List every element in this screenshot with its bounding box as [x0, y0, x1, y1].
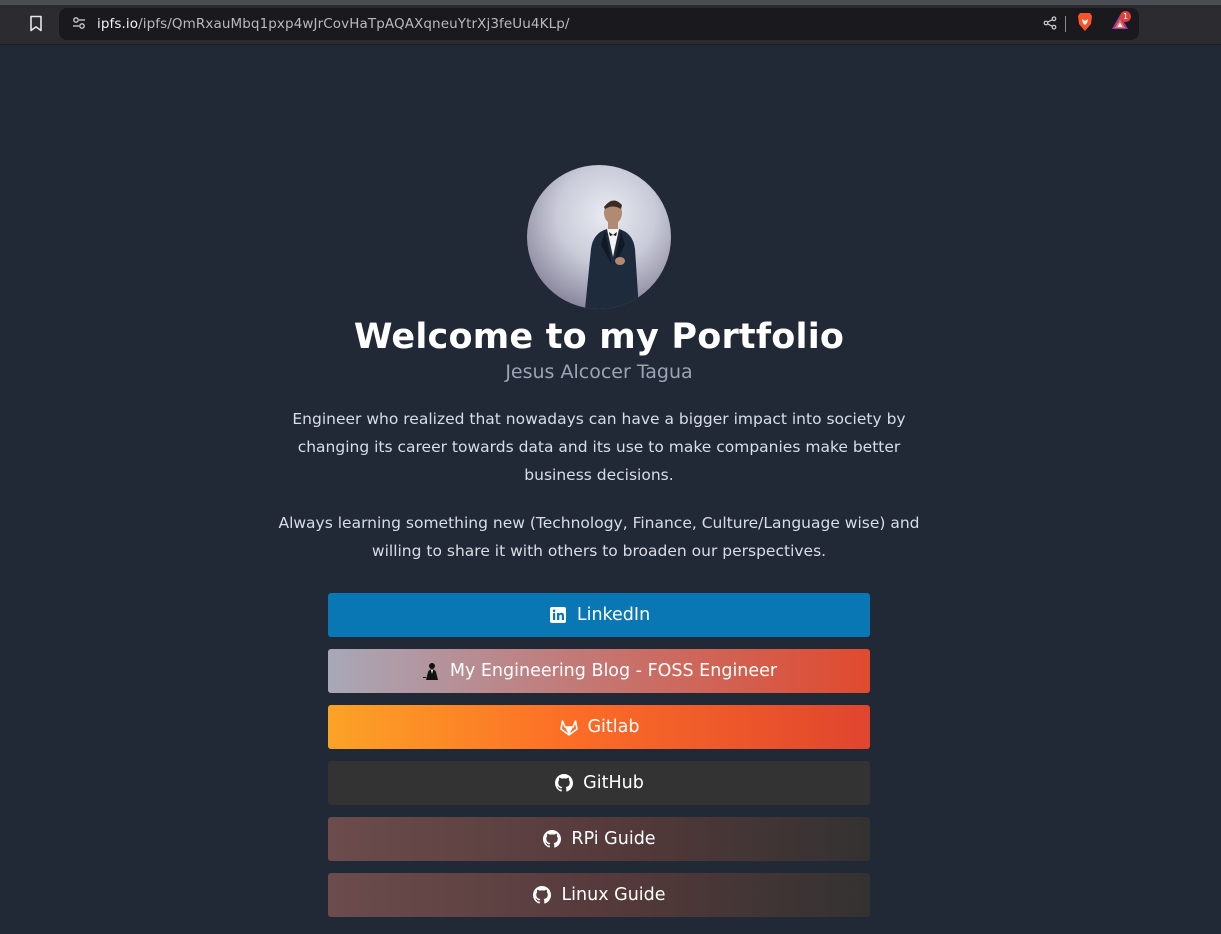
profile-name: Jesus Alcocer Tagua [505, 361, 693, 383]
site-info-icon [72, 15, 86, 34]
brave-lion-icon [1076, 12, 1094, 36]
brave-shields-button[interactable] [1073, 12, 1097, 36]
browser-toolbar: ipfs.io/ipfs/QmRxauMbq1pxp4wJrCovHaTpAQA… [0, 5, 1221, 45]
site-info-button[interactable] [67, 12, 91, 36]
linkedin-button[interactable]: LinkedIn [328, 593, 870, 637]
share-icon [1043, 15, 1057, 34]
bookmark-icon [29, 15, 43, 36]
gitlab-icon [559, 717, 579, 737]
blog-label: My Engineering Blog - FOSS Engineer [449, 661, 778, 681]
bookmark-button[interactable] [22, 11, 50, 39]
github-label: GitHub [583, 773, 644, 793]
url-text[interactable]: ipfs.io/ipfs/QmRxauMbq1pxp4wJrCovHaTpAQA… [97, 15, 570, 33]
blog-avatar-icon [421, 661, 441, 681]
bio-paragraph-1: Engineer who realized that nowadays can … [292, 410, 906, 484]
gitlab-button[interactable]: Gitlab [328, 705, 870, 749]
github-icon [554, 773, 574, 793]
blog-button[interactable]: My Engineering Blog - FOSS Engineer [328, 649, 870, 693]
linkedin-icon [548, 605, 568, 625]
share-button[interactable] [1039, 13, 1061, 35]
rpi-guide-label: RPi Guide [571, 829, 656, 849]
page-title: Welcome to my Portfolio [353, 317, 845, 357]
url-host: ipfs.io [97, 16, 139, 32]
linux-guide-button[interactable]: Linux Guide [328, 873, 870, 917]
rpi-guide-button[interactable]: RPi Guide [328, 817, 870, 861]
rewards-badge: 1 [1120, 11, 1131, 22]
github-button[interactable]: GitHub [328, 761, 870, 805]
gitlab-label: Gitlab [587, 717, 640, 737]
linkedin-label: LinkedIn [576, 605, 651, 625]
url-path: /ipfs/QmRxauMbq1pxp4wJrCovHaTpAQAXqneuYt… [138, 16, 570, 32]
address-bar[interactable]: ipfs.io/ipfs/QmRxauMbq1pxp4wJrCovHaTpAQA… [59, 8, 1139, 40]
bio-paragraph-2: Always learning something new (Technolog… [278, 514, 920, 560]
github-icon [532, 885, 552, 905]
url-divider [1065, 16, 1066, 32]
linux-guide-label: Linux Guide [561, 885, 666, 905]
github-icon [542, 829, 562, 849]
profile-avatar [527, 165, 671, 309]
